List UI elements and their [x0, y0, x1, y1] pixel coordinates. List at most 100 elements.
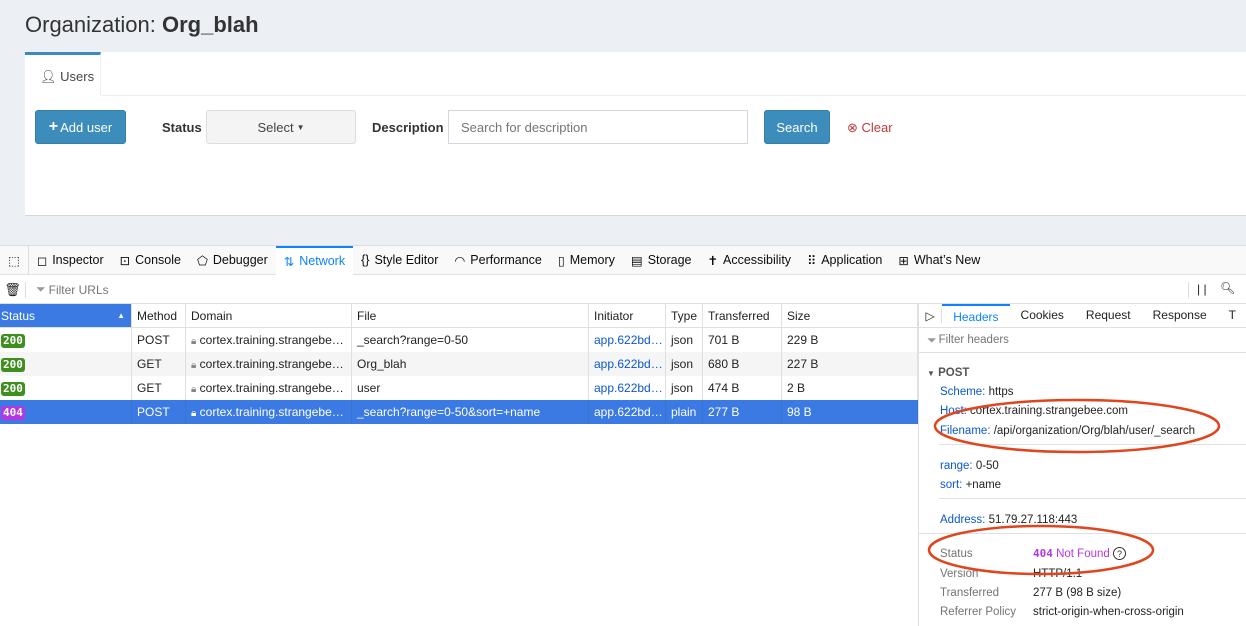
details-tab-headers[interactable]: Headers — [942, 303, 1010, 328]
cell-transferred: 701 B — [703, 328, 782, 352]
console-icon: ⊡ — [119, 253, 131, 268]
plus-icon: + — [48, 118, 59, 135]
description-label: Description — [372, 120, 444, 135]
devtools: ⬚ ◻ Inspector ⊡ Console ⬠ Debugger ⇅ Network{} S… — [0, 245, 1246, 626]
lock-icon: 🔒︎ — [191, 384, 197, 395]
cell-size: 227 B — [782, 352, 918, 376]
filter-urls-input[interactable] — [48, 282, 1149, 297]
method-section-toggle[interactable]: ▼ POST — [927, 367, 969, 379]
details-tab-cookies[interactable]: Cookies — [1010, 304, 1075, 328]
cell-status: 404 — [0, 400, 132, 424]
cell-initiator: app.622bd… — [589, 328, 666, 352]
cell-status: 200 — [0, 328, 132, 352]
tab-memory[interactable]: ▯ Memory — [550, 246, 623, 275]
cell-type: json — [666, 352, 703, 376]
cell-file: _search?range=0-50 — [352, 328, 589, 352]
details-tab-t[interactable]: T — [1218, 304, 1246, 328]
description-input[interactable] — [448, 110, 748, 144]
toggle-sidebar-icon[interactable]: ▷ — [919, 308, 943, 323]
tab-storage[interactable]: ▤ Storage — [623, 246, 700, 275]
accessibility-icon: ✝ — [707, 253, 718, 268]
tab-console[interactable]: ⊡ Console — [112, 246, 189, 275]
cell-initiator: app.622bd… — [589, 400, 666, 424]
column-header-initiator[interactable]: Initiator — [589, 304, 666, 328]
cell-file: Org_blah — [352, 352, 589, 376]
version-value: HTTP/1.1 — [1033, 568, 1083, 580]
cell-size: 2 B — [782, 376, 918, 400]
referrer-value: strict-origin-when-cross-origin — [1033, 606, 1184, 618]
filter-headers-input[interactable] — [938, 334, 1093, 346]
initiator-link[interactable]: app.622bd… — [594, 405, 663, 419]
column-header-status[interactable]: Status ▲ — [0, 304, 132, 328]
initiator-link[interactable]: app.622bd… — [594, 357, 663, 371]
filter-headers-row: ⏷ — [919, 328, 1246, 353]
scheme-row: Scheme: https — [940, 386, 1014, 398]
details-tabs: ▷ Headers Cookies Request Response T — [919, 303, 1246, 328]
tab-style-editor[interactable]: {} Style Editor — [353, 246, 446, 275]
lock-icon: 🔒︎ — [191, 408, 197, 419]
divider — [939, 498, 1246, 499]
tab-inspector[interactable]: ◻ Inspector — [29, 246, 112, 275]
tab-what-s-new[interactable]: ⊞ What’s New — [890, 246, 988, 275]
cell-initiator: app.622bd… — [589, 376, 666, 400]
column-header-method[interactable]: Method — [132, 304, 186, 328]
details-tab-request[interactable]: Request — [1075, 304, 1142, 328]
column-header-file[interactable]: File — [352, 304, 589, 328]
initiator-link[interactable]: app.622bd… — [594, 333, 663, 347]
help-icon[interactable]: ? — [1112, 547, 1126, 560]
range-param-row: range: 0-50 — [940, 460, 999, 472]
page-title: Organization: Org_blah — [25, 12, 259, 37]
cell-status: 200 — [0, 376, 132, 400]
cell-type: json — [666, 376, 703, 400]
tab-accessibility[interactable]: ✝ Accessibility — [700, 246, 800, 275]
search-button[interactable]: Search — [764, 110, 830, 144]
table-row[interactable]: 200 GET 🔒︎ cortex.training.strangebe… user a… — [0, 376, 918, 400]
devtools-toolbar: ⬚ ◻ Inspector ⊡ Console ⬠ Debugger ⇅ Network{} S… — [0, 245, 1246, 275]
filter-row: 🗑︎ ⏷ | | 🔍︎ — [0, 276, 1246, 304]
tab-performance[interactable]: ◠ Performance — [446, 246, 549, 275]
version-key: Version — [940, 568, 979, 580]
divider — [919, 533, 1246, 534]
column-header-transferred[interactable]: Transferred — [703, 304, 782, 328]
inspector-icon: ◻ — [36, 253, 48, 268]
lock-icon: 🔒︎ — [191, 360, 197, 371]
lock-icon: 🔒︎ — [191, 336, 197, 347]
add-user-button[interactable]: + Add user — [35, 110, 126, 144]
cell-transferred: 277 B — [703, 400, 782, 424]
trash-icon[interactable]: 🗑︎ — [0, 281, 26, 298]
caret-down-icon: ▼ — [296, 122, 305, 132]
cell-domain: 🔒︎ cortex.training.strangebe… — [186, 352, 352, 376]
status-select[interactable]: Select ▼ — [206, 110, 356, 144]
tab-network[interactable]: ⇅ Network — [275, 245, 354, 275]
column-header-size[interactable]: Size — [782, 304, 918, 328]
search-icon[interactable]: 🔍︎ — [1220, 281, 1235, 295]
close-circle-icon: ⊗ — [847, 120, 858, 135]
transferred-key: Transferred — [940, 587, 1000, 599]
status-key: Status — [940, 548, 973, 560]
cell-transferred: 680 B — [703, 352, 782, 376]
cell-method: POST — [132, 400, 186, 424]
pause-icon[interactable]: | | — [1188, 282, 1207, 298]
tab-application[interactable]: ⠿ Application — [799, 246, 890, 275]
gift-icon: ⊞ — [898, 253, 909, 268]
table-row[interactable]: 200 GET 🔒︎ cortex.training.strangebe… Org_b… — [0, 352, 918, 376]
table-row[interactable]: 200 POST 🔒︎ cortex.training.strangebe… _sea… — [0, 328, 918, 352]
grid-icon: ⠿ — [807, 253, 817, 268]
cell-transferred: 474 B — [703, 376, 782, 400]
cell-type: plain — [666, 400, 703, 424]
tab-debugger[interactable]: ⬠ Debugger — [189, 246, 276, 275]
clear-button[interactable]: ⊗ Clear — [847, 120, 893, 136]
cell-domain: 🔒︎ cortex.training.strangebe… — [186, 376, 352, 400]
status-badge: 200 — [1, 334, 25, 348]
braces-icon: {} — [361, 253, 370, 267]
cell-status: 200 — [0, 352, 132, 376]
column-header-domain[interactable]: Domain — [186, 304, 352, 328]
tab-users[interactable]: 👤︎ Users — [25, 52, 101, 95]
initiator-link[interactable]: app.622bd… — [594, 381, 663, 395]
table-row[interactable]: 404 POST 🔒︎ cortex.training.strangebe… _sea… — [0, 400, 918, 424]
filter-icon: ⏷ — [36, 282, 46, 296]
element-picker-icon[interactable]: ⬚ — [0, 245, 29, 275]
column-header-type[interactable]: Type — [666, 304, 703, 328]
chip-icon: ▯ — [557, 253, 565, 268]
details-tab-response[interactable]: Response — [1142, 304, 1218, 328]
